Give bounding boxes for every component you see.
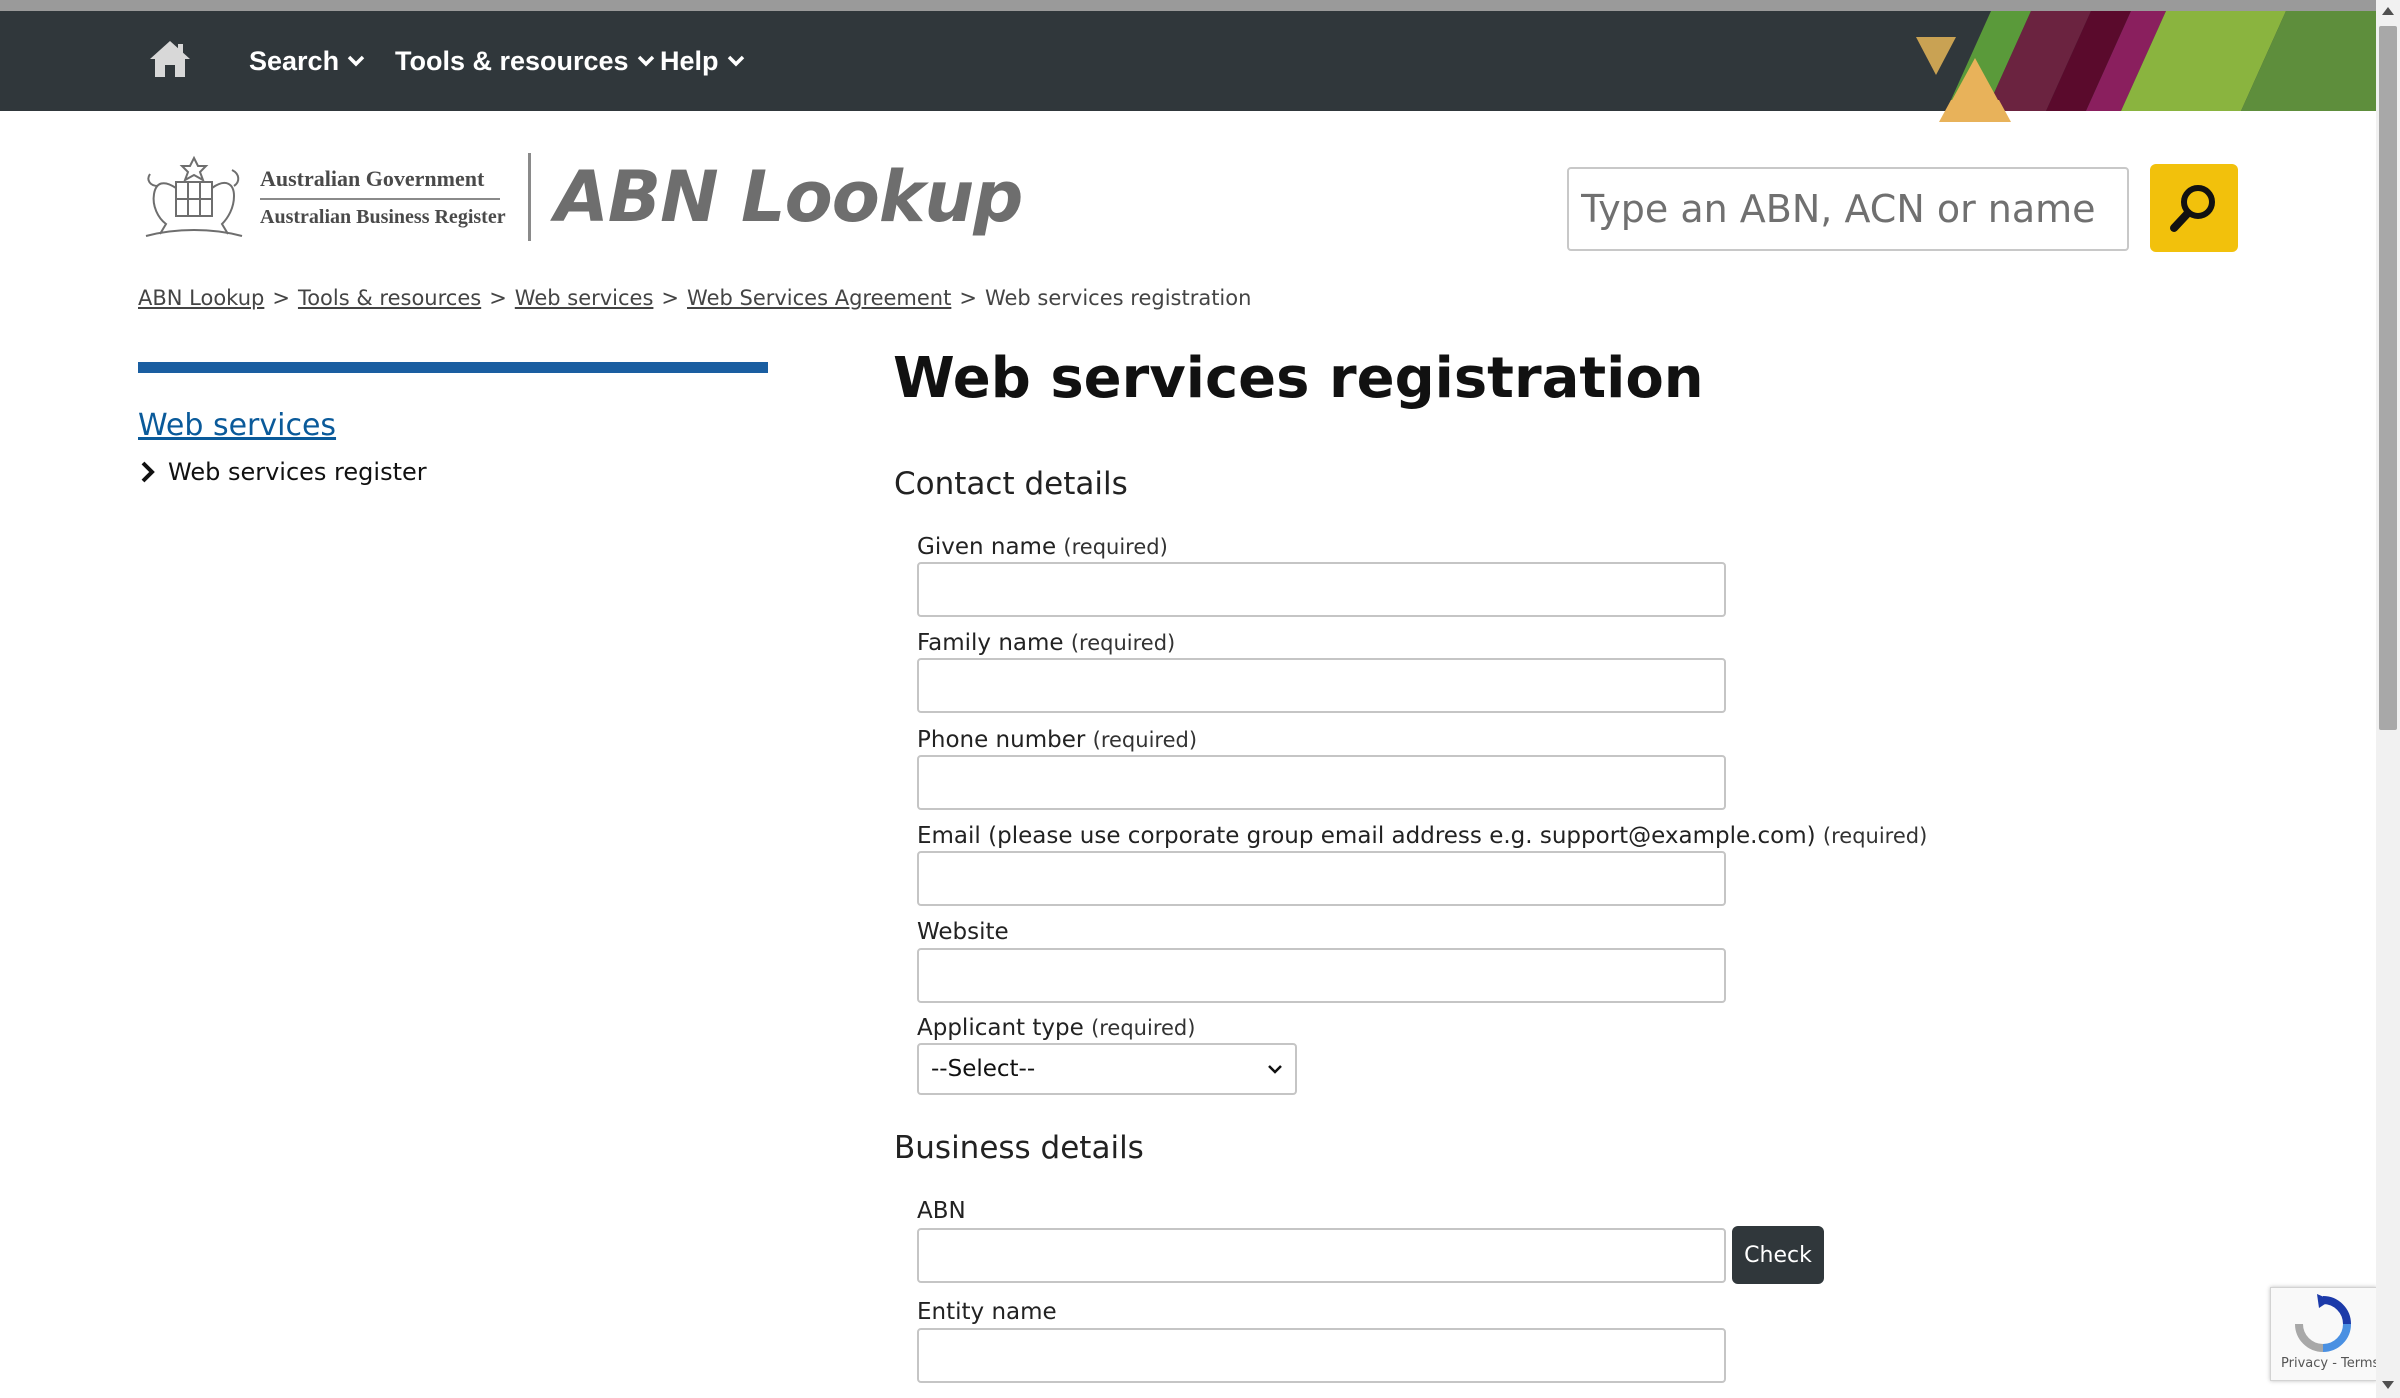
required-tag: (required) [1092, 728, 1198, 752]
website-input[interactable] [917, 948, 1726, 1003]
business-details-heading: Business details [894, 1130, 1144, 1166]
search-input[interactable] [1567, 167, 2129, 251]
phone-number-label: Phone number (required) [917, 727, 1197, 753]
required-tag: (required) [1822, 824, 1928, 848]
sidebar-item-web-services-register[interactable]: Web services register [140, 458, 427, 486]
page: Search Tools & resources Help Australian… [0, 0, 2376, 1398]
family-name-label: Family name (required) [917, 630, 1175, 656]
sidebar-item-label: Web services register [168, 458, 427, 486]
check-button[interactable]: Check [1732, 1226, 1824, 1284]
search-icon [2170, 185, 2215, 232]
breadcrumb-separator: > [661, 286, 680, 310]
applicant-type-label: Applicant type (required) [917, 1015, 1195, 1041]
chevron-down-icon [637, 55, 654, 67]
sidebar-title-link[interactable]: Web services [138, 408, 336, 443]
entity-name-label-text: Entity name [917, 1299, 1057, 1325]
breadcrumb-link-tools-resources[interactable]: Tools & resources [298, 286, 481, 310]
recaptcha-icon [2295, 1294, 2351, 1352]
recaptcha-links[interactable]: Privacy - Terms [2281, 1356, 2376, 1371]
site-logo[interactable]: Australian Government Australian Busines… [136, 152, 1024, 242]
search-button[interactable] [2150, 164, 2238, 252]
given-name-label-text: Given name [917, 534, 1057, 560]
nav-help[interactable]: Help [660, 41, 745, 81]
logo-divider [527, 153, 531, 241]
entity-name-label: Entity name [917, 1299, 1057, 1325]
gov-line-2: Australian Business Register [260, 205, 506, 228]
abn-label: ABN [917, 1198, 966, 1224]
scroll-down-arrow-icon[interactable] [2381, 1380, 2395, 1390]
required-tag: (required) [1091, 1016, 1196, 1040]
required-tag: (required) [1070, 631, 1176, 655]
nav-search-label: Search [249, 45, 340, 76]
email-label-text: Email (please use corporate group email … [917, 823, 1816, 849]
government-branding: Australian Government Australian Busines… [260, 166, 506, 229]
given-name-label: Given name (required) [917, 534, 1168, 560]
abn-label-text: ABN [917, 1198, 966, 1224]
nav-search[interactable]: Search [249, 41, 365, 81]
website-label: Website [917, 919, 1009, 945]
chevron-down-icon [347, 55, 365, 67]
email-label: Email (please use corporate group email … [917, 823, 1927, 849]
email-input[interactable] [917, 851, 1726, 906]
entity-name-input[interactable] [917, 1328, 1726, 1383]
applicant-type-value: --Select-- [931, 1056, 1036, 1082]
family-name-input[interactable] [917, 658, 1726, 713]
top-navigation: Search Tools & resources Help [0, 11, 2376, 111]
nav-tools-label: Tools & resources [395, 45, 629, 76]
recaptcha-badge[interactable]: Privacy - Terms [2270, 1287, 2376, 1381]
applicant-type-label-text: Applicant type [917, 1015, 1084, 1041]
breadcrumb-link-abn-lookup[interactable]: ABN Lookup [138, 286, 264, 310]
home-icon[interactable] [146, 37, 194, 85]
page-title: Web services registration [893, 346, 1704, 411]
nav-help-label: Help [660, 45, 719, 76]
top-strip [0, 0, 2376, 11]
breadcrumb-link-web-services-agreement[interactable]: Web Services Agreement [687, 286, 951, 310]
chevron-down-icon [727, 55, 744, 67]
family-name-label-text: Family name [917, 630, 1064, 656]
coat-of-arms-icon [145, 155, 243, 237]
website-label-text: Website [917, 919, 1009, 945]
scroll-up-arrow-icon[interactable] [2381, 6, 2395, 16]
scrollbar-thumb[interactable] [2379, 26, 2397, 730]
chevron-right-icon [141, 461, 155, 483]
required-tag: (required) [1063, 535, 1168, 559]
decorative-triangle-overlap [1940, 58, 2010, 122]
given-name-input[interactable] [917, 562, 1726, 617]
breadcrumb-link-web-services[interactable]: Web services [515, 286, 654, 310]
breadcrumb: ABN Lookup > Tools & resources > Web service… [138, 286, 1251, 310]
contact-details-heading: Contact details [894, 466, 1128, 502]
applicant-type-select[interactable]: --Select-- [917, 1043, 1297, 1095]
phone-label-text: Phone number [917, 727, 1086, 753]
sidebar-rule [138, 362, 768, 373]
breadcrumb-current: Web services registration [984, 286, 1252, 310]
vertical-scrollbar[interactable] [2376, 0, 2400, 1398]
chevron-down-icon [1268, 1065, 1282, 1074]
nav-tools-resources[interactable]: Tools & resources [395, 41, 655, 81]
site-title: ABN Lookup [554, 156, 1024, 238]
gov-line-1: Australian Government [260, 166, 500, 200]
phone-number-input[interactable] [917, 755, 1726, 810]
breadcrumb-separator: > [272, 286, 290, 310]
abn-input[interactable] [917, 1228, 1726, 1283]
breadcrumb-separator: > [489, 286, 507, 310]
breadcrumb-separator: > [959, 286, 977, 310]
